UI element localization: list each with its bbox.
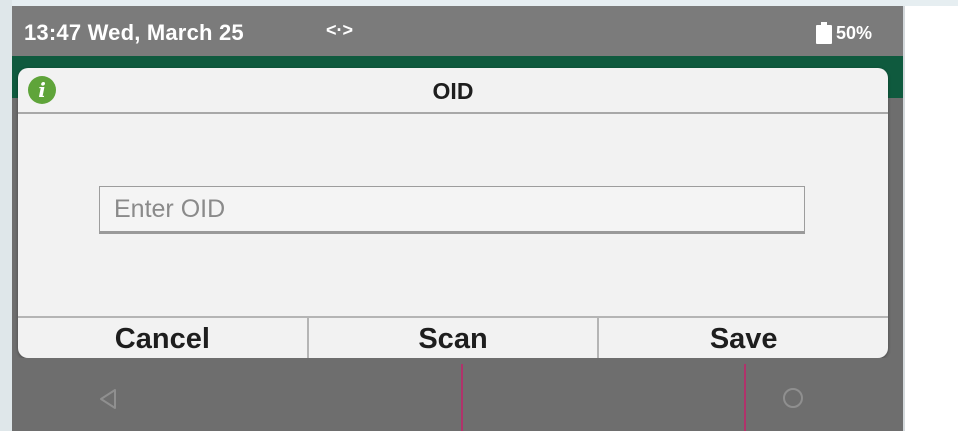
navigation-bar (12, 358, 903, 431)
battery-level: 50% (836, 23, 873, 43)
left-margin (0, 0, 12, 431)
annotation-line-scan (461, 364, 463, 431)
dialog-header: i OID (18, 68, 888, 114)
back-icon[interactable] (98, 388, 118, 410)
status-time: 13:47 Wed, March 25 (24, 20, 244, 45)
status-bar: 13:47 Wed, March 25 <·> 50% (12, 6, 903, 56)
device-screen: 13:47 Wed, March 25 <·> 50% i OID Cancel… (12, 6, 903, 431)
oid-input[interactable] (99, 186, 805, 234)
scan-button[interactable]: Scan (306, 318, 598, 358)
dialog-title: OID (432, 78, 474, 104)
battery-icon (816, 22, 832, 44)
sync-indicator-icon: <·> (326, 20, 354, 40)
dialog-button-row: Cancel Scan Save (18, 316, 888, 358)
save-button[interactable]: Save (597, 318, 888, 358)
annotation-line-save (744, 364, 746, 431)
right-border (903, 6, 905, 431)
oid-dialog: i OID Cancel Scan Save (18, 68, 888, 358)
home-icon[interactable] (783, 388, 803, 408)
cancel-button[interactable]: Cancel (18, 318, 307, 358)
